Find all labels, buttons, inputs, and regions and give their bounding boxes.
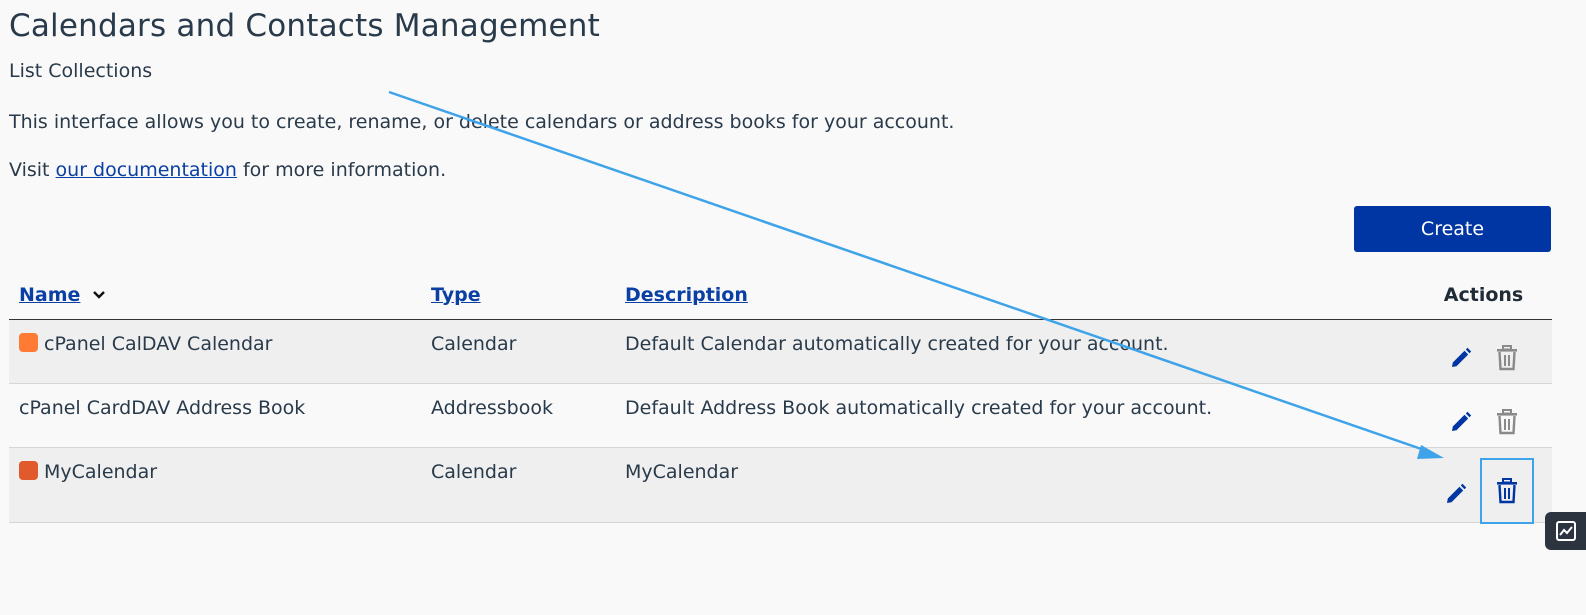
documentation-link[interactable]: our documentation [56,159,237,181]
page-title: Calendars and Contacts Management [9,8,600,44]
collection-name: cPanel CalDAV Calendar [44,333,273,355]
visit-suffix: for more information. [236,159,447,181]
column-header-actions: Actions [1405,270,1552,320]
cell-actions [1405,383,1552,448]
sort-description-link[interactable]: Description [625,284,748,306]
cell-name: MyCalendar [9,447,421,523]
chart-icon [1555,521,1576,541]
cell-actions [1405,319,1552,384]
column-header-description[interactable]: Description [615,270,1405,320]
table-row: cPanel CardDAV Address Book Addressbook De… [9,383,1552,448]
table-row: cPanel CalDAV Calendar Calendar Default Ca… [9,319,1552,384]
trash-icon [1487,338,1527,378]
cell-type: Calendar [421,447,615,523]
page: Calendars and Contacts Management List C… [0,0,1586,615]
calendar-color-swatch [19,461,38,480]
cell-description: MyCalendar [615,447,1405,523]
cell-type: Calendar [421,319,615,384]
pencil-icon[interactable] [1436,474,1476,514]
table-row: MyCalendar Calendar MyCalendar [9,447,1552,524]
cell-actions [1405,447,1552,524]
cell-type: Addressbook [421,383,615,448]
collection-name: cPanel CardDAV Address Book [19,397,306,419]
cell-name: cPanel CardDAV Address Book [9,383,421,448]
chevron-down-icon [93,290,105,299]
intro-text: This interface allows you to create, ren… [9,111,955,133]
column-header-type[interactable]: Type [421,270,615,320]
analytics-widget-button[interactable] [1545,512,1586,550]
cell-description: Default Calendar automatically created f… [615,319,1405,384]
page-subtitle: List Collections [9,60,153,82]
visit-prefix: Visit [9,159,56,181]
sort-type-link[interactable]: Type [431,284,481,306]
trash-icon [1487,402,1527,442]
documentation-note: Visit our documentation for more informa… [9,159,446,181]
pencil-icon[interactable] [1441,402,1481,442]
create-button[interactable]: Create [1354,206,1551,252]
table-header-row: Name Type Description Actions [9,270,1552,320]
pencil-icon[interactable] [1441,338,1481,378]
cell-description: Default Address Book automatically creat… [615,383,1405,448]
collection-name: MyCalendar [44,461,158,483]
column-header-name[interactable]: Name [9,270,421,320]
calendar-color-swatch [19,333,38,352]
cell-name: cPanel CalDAV Calendar [9,319,421,384]
sort-name-link[interactable]: Name [19,284,80,306]
collections-table: Name Type Description Actions cPanel Cal… [9,270,1552,524]
trash-icon[interactable] [1479,458,1534,524]
